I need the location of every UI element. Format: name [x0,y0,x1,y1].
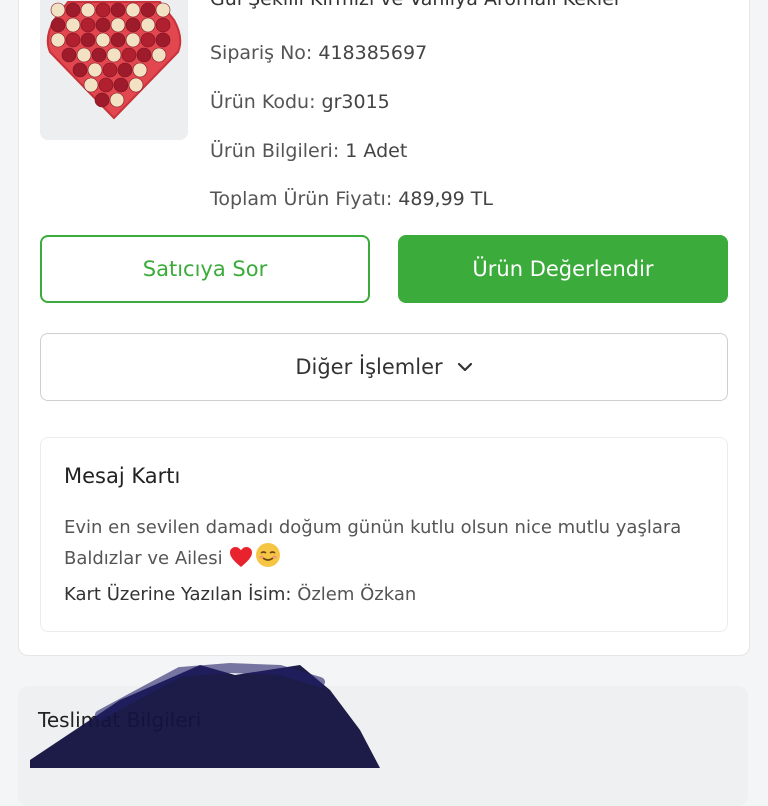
product-code-label: Ürün Kodu: [210,91,316,113]
message-card: Mesaj Kartı Evin en sevilen damadı doğum… [40,437,728,632]
delivery-info-section: Teslimat Bilgileri [18,686,748,806]
card-name-value: Özlem Özkan [297,584,417,605]
product-code-value: gr3015 [321,91,390,113]
chevron-down-icon [457,362,473,372]
rate-product-button[interactable]: Ürün Değerlendir [398,235,728,303]
order-number-label: Sipariş No: [210,42,313,64]
product-image[interactable] [40,0,188,140]
delivery-info-title: Teslimat Bilgileri [38,708,202,732]
total-price-label: Toplam Ürün Fiyatı: [210,188,393,210]
card-recipient-name: Kart Üzerine Yazılan İsim: Özlem Özkan [64,584,416,605]
smiling-emoji-icon [255,542,281,577]
product-info-label: Ürün Bilgileri: [210,140,340,162]
card-name-label: Kart Üzerine Yazılan İsim: [64,584,292,605]
product-info: Ürün Bilgileri: 1 Adet [210,140,407,162]
total-price: Toplam Ürün Fiyatı: 489,99 TL [210,188,493,210]
message-card-text: Evin en sevilen damadı doğum günün kutlu… [64,514,714,577]
order-number-value: 418385697 [318,42,428,64]
order-number: Sipariş No: 418385697 [210,42,427,64]
rate-product-label: Ürün Değerlendir [472,257,654,281]
product-code: Ürün Kodu: gr3015 [210,91,390,113]
other-actions-button[interactable]: Diğer İşlemler [40,333,728,401]
total-price-value: 489,99 TL [398,188,493,210]
other-actions-label: Diğer İşlemler [295,355,443,379]
heart-emoji-icon [229,546,253,577]
message-card-title: Mesaj Kartı [64,464,181,488]
product-title[interactable]: Gül Şekilli Kırmızı ve Vanilya Aromalı K… [210,0,622,10]
ask-seller-label: Satıcıya Sor [142,257,268,281]
message-text: Evin en sevilen damadı doğum günün kutlu… [64,517,682,569]
ask-seller-button[interactable]: Satıcıya Sor [40,235,370,303]
product-info-value: 1 Adet [345,140,408,162]
